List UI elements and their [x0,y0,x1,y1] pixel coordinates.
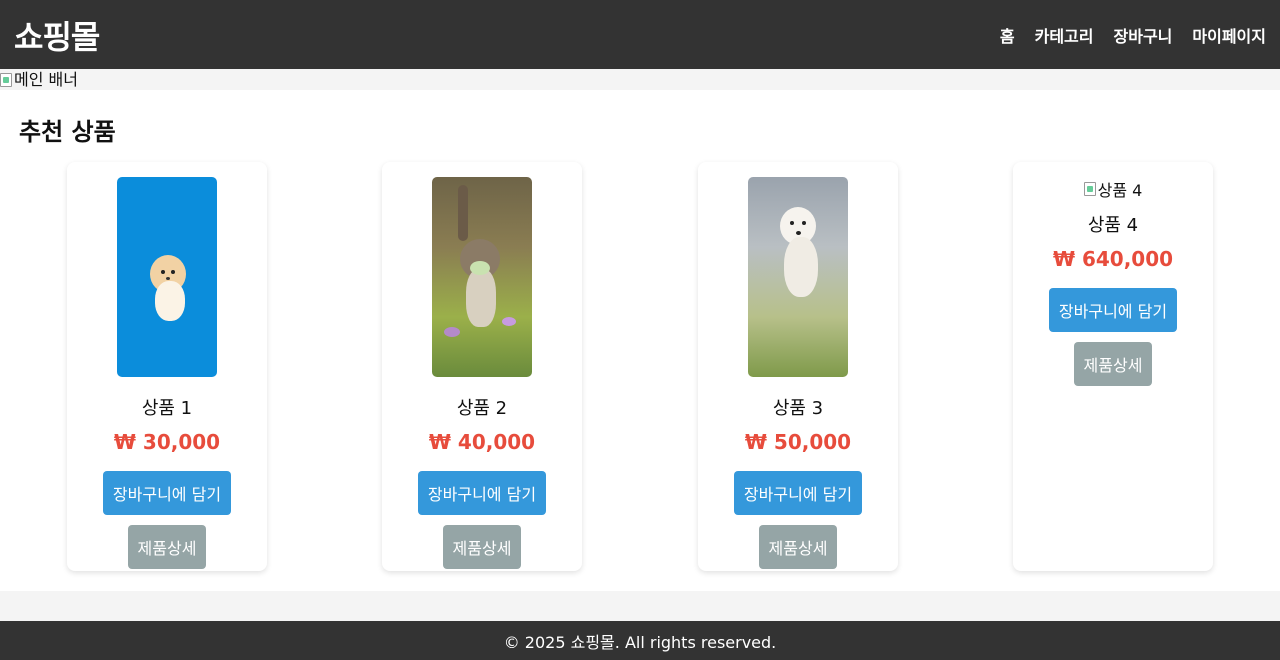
product-name: 상품 4 [1087,215,1139,236]
product-price: ₩ 30,000 [113,430,221,454]
product-card: 상품 2 ₩ 40,000 장바구니에 담기 제품상세 [382,162,582,571]
product-detail-button[interactable]: 제품상세 [1073,342,1153,386]
product-price: ₩ 50,000 [744,430,852,454]
broken-image-icon [1083,182,1096,196]
product-image[interactable]: 상품 4 [1083,177,1143,201]
site-footer: © 2025 쇼핑몰. All rights reserved. [0,621,1280,660]
footer-text: © 2025 쇼핑몰. All rights reserved. [503,632,777,652]
add-to-cart-button[interactable]: 장바구니에 담기 [1048,288,1178,332]
product-detail-button[interactable]: 제품상세 [758,525,838,569]
product-name: 상품 2 [456,398,508,419]
nav-home[interactable]: 홈 [1000,23,1015,47]
site-header: 쇼핑몰 홈 카테고리 장바구니 마이페이지 [0,0,1280,69]
main-banner: 메인 배너 [0,69,1280,90]
main-nav: 홈 카테고리 장바구니 마이페이지 [1000,23,1266,47]
product-card: 상품 4 상품 4 ₩ 640,000 장바구니에 담기 제품상세 [1013,162,1213,571]
product-card: 상품 1 ₩ 30,000 장바구니에 담기 제품상세 [67,162,267,571]
product-price: ₩ 640,000 [1052,247,1174,271]
product-image[interactable] [748,177,848,377]
nav-cart[interactable]: 장바구니 [1114,23,1173,47]
add-to-cart-button[interactable]: 장바구니에 담기 [733,471,863,515]
nav-mypage[interactable]: 마이페이지 [1192,23,1266,47]
nav-category[interactable]: 카테고리 [1035,23,1094,47]
section-title: 추천 상품 [19,118,116,146]
product-price: ₩ 40,000 [428,430,536,454]
product-card: 상품 3 ₩ 50,000 장바구니에 담기 제품상세 [698,162,898,571]
broken-image-icon [0,72,12,87]
main-content: 추천 상품 상품 1 ₩ 30,000 장바구니에 담기 제품상세 상품 2 ₩… [0,90,1280,591]
product-image-alt: 상품 4 [1097,181,1143,200]
product-detail-button[interactable]: 제품상세 [127,525,207,569]
product-image[interactable] [117,177,217,377]
product-detail-button[interactable]: 제품상세 [442,525,522,569]
banner-alt-text: 메인 배너 [14,70,78,89]
product-name: 상품 1 [141,398,193,419]
product-image[interactable] [432,177,532,377]
add-to-cart-button[interactable]: 장바구니에 담기 [102,471,232,515]
product-name: 상품 3 [772,398,824,419]
site-logo[interactable]: 쇼핑몰 [14,12,100,58]
add-to-cart-button[interactable]: 장바구니에 담기 [417,471,547,515]
